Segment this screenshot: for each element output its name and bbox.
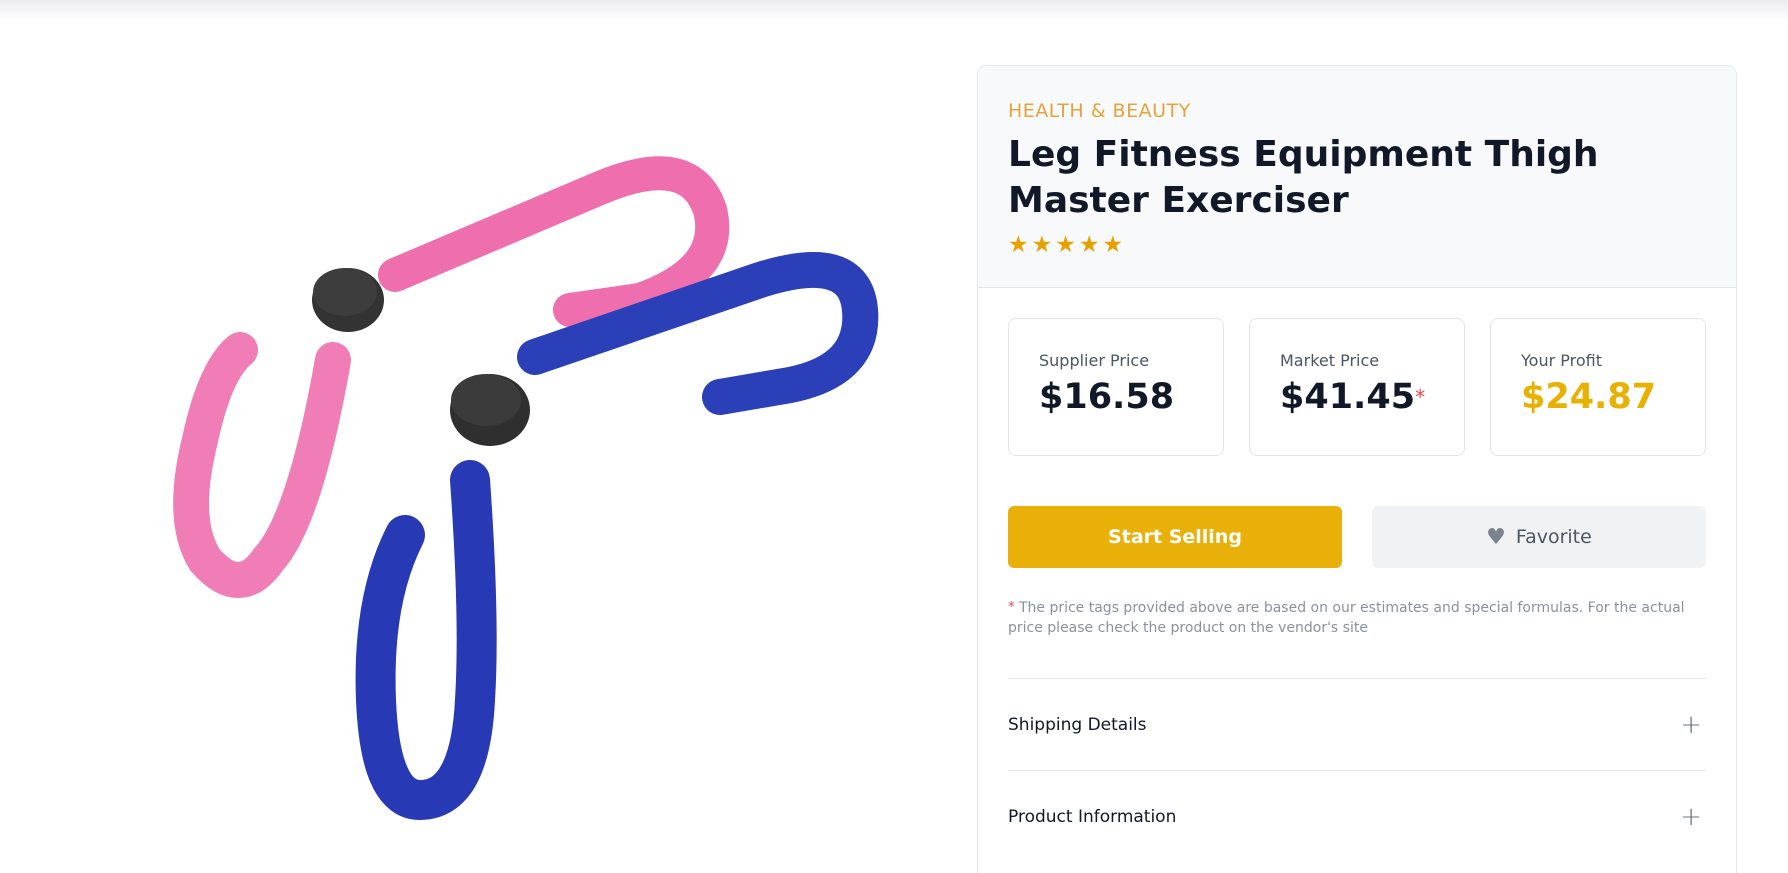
product-image <box>173 156 879 821</box>
star-icon: ★ <box>1031 232 1053 258</box>
product-title: Leg Fitness Equipment Thigh Master Exerc… <box>1008 134 1599 221</box>
plus-icon: + <box>1680 801 1702 832</box>
product-card: HEALTH & BEAUTY Leg Fitness Equipment Th… <box>977 65 1737 873</box>
favorite-label: Favorite <box>1515 526 1592 548</box>
product-category[interactable]: HEALTH & BEAUTY <box>1008 100 1706 122</box>
profit-box: Your Profit $24.87 <box>1490 318 1706 456</box>
start-selling-button[interactable]: Start Selling <box>1008 506 1342 568</box>
market-price-asterisk: * <box>1415 385 1426 409</box>
details-accordion: Shipping Details + Product Information + <box>1008 678 1706 862</box>
heart-icon: ♥ <box>1486 524 1506 550</box>
product-information-toggle[interactable]: Product Information + <box>1008 770 1706 862</box>
favorite-button[interactable]: ♥ Favorite <box>1372 506 1706 568</box>
star-icon: ★ <box>1078 232 1100 258</box>
profit-label: Your Profit <box>1521 351 1602 370</box>
star-icon: ★ <box>1102 232 1124 258</box>
plus-icon: + <box>1680 709 1702 740</box>
market-price-box: Market Price $41.45* <box>1249 318 1465 456</box>
supplier-price-value: $16.58 <box>1039 377 1175 417</box>
star-icon: ★ <box>1055 232 1076 258</box>
disclaimer-text: The price tags provided above are based … <box>1008 600 1685 636</box>
shipping-details-toggle[interactable]: Shipping Details + <box>1008 678 1706 770</box>
rating-stars: ★ ★ ★ ★ ★ <box>1008 232 1706 258</box>
profit-value: $24.87 <box>1521 377 1657 417</box>
price-boxes: Supplier Price $16.58 Market Price $41.4… <box>1008 318 1706 456</box>
product-information-label: Product Information <box>1008 806 1177 827</box>
action-buttons: Start Selling ♥ Favorite <box>1008 506 1706 568</box>
shipping-details-label: Shipping Details <box>1008 714 1147 735</box>
market-price: $41.45* <box>1280 376 1464 418</box>
disclaimer-asterisk: * <box>1008 600 1015 615</box>
supplier-price-label: Supplier Price <box>1039 351 1150 370</box>
product-header: HEALTH & BEAUTY Leg Fitness Equipment Th… <box>978 66 1736 288</box>
supplier-price-box: Supplier Price $16.58 <box>1008 318 1224 456</box>
price-disclaimer: * The price tags provided above are base… <box>1008 598 1708 638</box>
star-icon: ★ <box>1008 232 1029 258</box>
market-price-label: Market Price <box>1280 351 1380 370</box>
market-price-value: $41.45 <box>1280 377 1416 417</box>
header-shadow <box>0 0 1788 22</box>
